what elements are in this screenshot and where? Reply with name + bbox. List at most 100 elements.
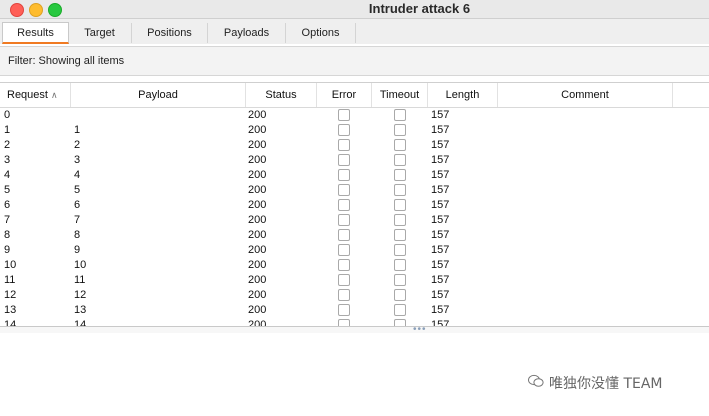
- table-row[interactable]: 6 6 200 157: [0, 198, 709, 213]
- timeout-checkbox[interactable]: [394, 124, 406, 136]
- tab-target[interactable]: Target: [68, 23, 132, 43]
- cell-status: 200: [248, 214, 267, 226]
- table-row[interactable]: 2 2 200 157: [0, 138, 709, 153]
- timeout-checkbox[interactable]: [394, 154, 406, 166]
- cell-status: 200: [248, 244, 267, 256]
- table-row[interactable]: 5 5 200 157: [0, 183, 709, 198]
- table-row[interactable]: 7 7 200 157: [0, 213, 709, 228]
- error-checkbox[interactable]: [338, 244, 350, 256]
- cell-length: 157: [431, 124, 450, 136]
- tab-payloads[interactable]: Payloads: [208, 23, 286, 43]
- cell-payload: 9: [74, 244, 81, 256]
- error-checkbox[interactable]: [338, 259, 350, 271]
- timeout-checkbox[interactable]: [394, 139, 406, 151]
- cell-request: 7: [4, 214, 11, 226]
- tab-positions[interactable]: Positions: [132, 23, 208, 43]
- tab-options[interactable]: Options: [286, 23, 356, 43]
- error-checkbox[interactable]: [338, 289, 350, 301]
- error-checkbox[interactable]: [338, 124, 350, 136]
- error-checkbox[interactable]: [338, 229, 350, 241]
- error-checkbox[interactable]: [338, 274, 350, 286]
- cell-payload: 3: [74, 154, 81, 166]
- error-checkbox[interactable]: [338, 199, 350, 211]
- cell-request: 0: [4, 109, 11, 121]
- cell-length: 157: [431, 289, 450, 301]
- timeout-checkbox[interactable]: [394, 214, 406, 226]
- timeout-checkbox[interactable]: [394, 304, 406, 316]
- column-header-status[interactable]: Status: [246, 83, 317, 107]
- timeout-checkbox[interactable]: [394, 184, 406, 196]
- filter-label: Filter: Showing all items: [8, 55, 125, 67]
- timeout-checkbox[interactable]: [394, 244, 406, 256]
- cell-status: 200: [248, 184, 267, 196]
- timeout-checkbox[interactable]: [394, 199, 406, 211]
- cell-length: 157: [431, 109, 450, 121]
- table-row[interactable]: 11 11 200 157: [0, 273, 709, 288]
- table-row[interactable]: 12 12 200 157: [0, 288, 709, 303]
- filter-bar[interactable]: Filter: Showing all items: [0, 46, 709, 76]
- timeout-checkbox[interactable]: [394, 289, 406, 301]
- table-header: Request ∧ Payload Status Error Timeout Le…: [0, 83, 709, 108]
- cell-request: 1: [4, 124, 11, 136]
- cell-status: 200: [248, 154, 267, 166]
- cell-request: 13: [4, 304, 17, 316]
- cell-status: 200: [248, 259, 267, 271]
- table-row[interactable]: 13 13 200 157: [0, 303, 709, 318]
- column-header-length[interactable]: Length: [428, 83, 498, 107]
- cell-payload: 2: [74, 139, 81, 151]
- sort-ascending-icon: ∧: [50, 90, 58, 100]
- column-header-payload[interactable]: Payload: [71, 83, 246, 107]
- cell-status: 200: [248, 169, 267, 181]
- error-checkbox[interactable]: [338, 304, 350, 316]
- column-header-comment[interactable]: Comment: [498, 83, 673, 107]
- cell-length: 157: [431, 199, 450, 211]
- error-checkbox[interactable]: [338, 214, 350, 226]
- cell-payload: 8: [74, 229, 81, 241]
- cell-payload: 7: [74, 214, 81, 226]
- cell-length: 157: [431, 229, 450, 241]
- cell-length: 157: [431, 304, 450, 316]
- table-row[interactable]: 4 4 200 157: [0, 168, 709, 183]
- cell-request: 2: [4, 139, 11, 151]
- cell-length: 157: [431, 259, 450, 271]
- window-title: Intruder attack 6: [368, 1, 471, 16]
- table-row[interactable]: 1 1 200 157: [0, 123, 709, 138]
- column-header-timeout[interactable]: Timeout: [372, 83, 428, 107]
- error-checkbox[interactable]: [338, 109, 350, 121]
- cell-request: 5: [4, 184, 11, 196]
- wechat-icon: [528, 374, 544, 387]
- cell-payload: 6: [74, 199, 81, 211]
- table-row[interactable]: 3 3 200 157: [0, 153, 709, 168]
- column-header-error[interactable]: Error: [317, 83, 372, 107]
- table-row[interactable]: 9 9 200 157: [0, 243, 709, 258]
- column-header-request[interactable]: Request ∧: [0, 83, 71, 107]
- error-checkbox[interactable]: [338, 139, 350, 151]
- table-row[interactable]: 0 200 157: [0, 108, 709, 123]
- tab-bar: Results Target Positions Payloads Option…: [0, 19, 709, 44]
- cell-payload: 1: [74, 124, 81, 136]
- error-checkbox[interactable]: [338, 184, 350, 196]
- cell-length: 157: [431, 139, 450, 151]
- cell-request: 8: [4, 229, 11, 241]
- table-row[interactable]: 8 8 200 157: [0, 228, 709, 243]
- timeout-checkbox[interactable]: [394, 169, 406, 181]
- cell-status: 200: [248, 289, 267, 301]
- tab-results[interactable]: Results: [2, 22, 69, 44]
- table-row[interactable]: 10 10 200 157: [0, 258, 709, 273]
- cell-status: 200: [248, 229, 267, 241]
- pane-splitter[interactable]: •••: [0, 325, 709, 335]
- cell-request: 9: [4, 244, 11, 256]
- cell-status: 200: [248, 139, 267, 151]
- cell-request: 3: [4, 154, 11, 166]
- cell-payload: 5: [74, 184, 81, 196]
- cell-payload: 4: [74, 169, 81, 181]
- timeout-checkbox[interactable]: [394, 259, 406, 271]
- error-checkbox[interactable]: [338, 169, 350, 181]
- timeout-checkbox[interactable]: [394, 274, 406, 286]
- timeout-checkbox[interactable]: [394, 109, 406, 121]
- cell-request: 10: [4, 259, 17, 271]
- error-checkbox[interactable]: [338, 154, 350, 166]
- cell-request: 4: [4, 169, 11, 181]
- timeout-checkbox[interactable]: [394, 229, 406, 241]
- watermark-text: 唯独你没懂 TEAM: [549, 376, 663, 392]
